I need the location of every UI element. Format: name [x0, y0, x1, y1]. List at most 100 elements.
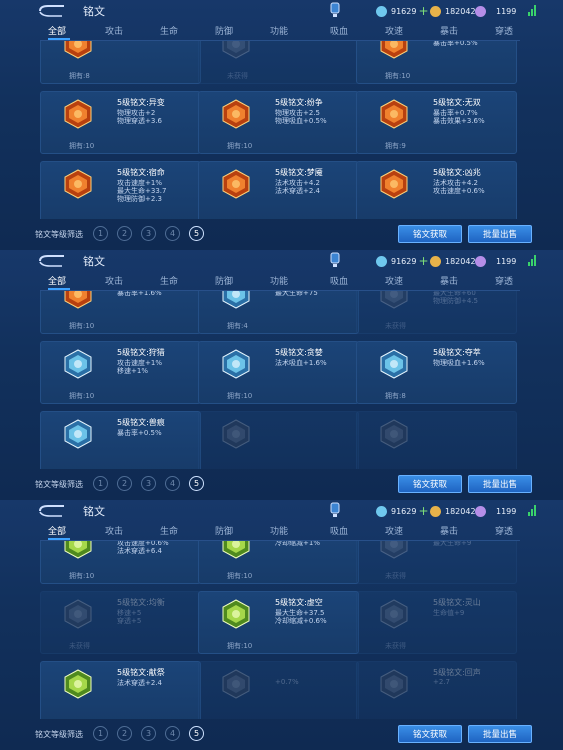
- orange-rune-icon: [63, 41, 93, 59]
- batch-sell-button[interactable]: 批量出售: [468, 225, 532, 243]
- tab-7[interactable]: 暴击: [440, 24, 458, 37]
- level-filter-4[interactable]: 4: [165, 476, 180, 491]
- rune-card[interactable]: 5级铭文:祸源暴击率+1.6%拥有:10: [40, 291, 201, 334]
- bottom-bar: 铭文等级筛选 1 2 3 4 5 铭文获取 批量出售: [0, 469, 563, 500]
- back-icon[interactable]: [36, 254, 66, 268]
- batch-sell-button[interactable]: 批量出售: [468, 475, 532, 493]
- tab-3[interactable]: 防御: [215, 24, 233, 37]
- tab-4[interactable]: 功能: [270, 524, 288, 537]
- tab-2[interactable]: 生命: [160, 524, 178, 537]
- acquire-button[interactable]: 铭文获取: [398, 225, 462, 243]
- tab-1[interactable]: 攻击: [105, 24, 123, 37]
- level-filter-1[interactable]: 1: [93, 476, 108, 491]
- acquire-button[interactable]: 铭文获取: [398, 475, 462, 493]
- rune-name: 5级铭文:纷争: [275, 98, 323, 107]
- rune-name: 5级铭文:灵山: [433, 598, 481, 607]
- back-icon[interactable]: [36, 4, 66, 18]
- tab-5[interactable]: 吸血: [330, 24, 348, 37]
- batch-sell-button[interactable]: 批量出售: [468, 725, 532, 743]
- tab-2[interactable]: 生命: [160, 24, 178, 37]
- gem-count: 1199: [496, 256, 517, 266]
- top-bar: 铭文 91629 +182042 1199: [0, 0, 563, 22]
- rune-card[interactable]: 5级铭文:夺萃 物理吸血+1.6% 拥有:8: [356, 341, 517, 404]
- level-filter-2[interactable]: 2: [117, 476, 132, 491]
- back-icon[interactable]: [36, 504, 66, 518]
- rune-card[interactable]: 5级铭文:均衡 移速+5 穿透+5 未获得: [40, 591, 201, 654]
- level-filter-1[interactable]: 1: [93, 226, 108, 241]
- tab-4[interactable]: 功能: [270, 274, 288, 287]
- tab-8[interactable]: 穿透: [495, 274, 513, 287]
- plus-icon[interactable]: +: [418, 4, 428, 18]
- rune-card[interactable]: 未获得: [198, 41, 359, 84]
- rune-card[interactable]: 5级铭文:献祭 法术穿透+2.4: [40, 661, 201, 719]
- tab-6[interactable]: 攻速: [385, 24, 403, 37]
- trophy-icon[interactable]: [330, 502, 340, 518]
- tab-0[interactable]: 全部: [48, 24, 66, 37]
- acquire-button[interactable]: 铭文获取: [398, 725, 462, 743]
- tab-1[interactable]: 攻击: [105, 274, 123, 287]
- tab-8[interactable]: 穿透: [495, 524, 513, 537]
- tab-5[interactable]: 吸血: [330, 524, 348, 537]
- rune-stat: 穿透+5: [117, 617, 142, 625]
- rune-card[interactable]: 拥有:8: [40, 41, 201, 84]
- tab-6[interactable]: 攻速: [385, 524, 403, 537]
- tab-4[interactable]: 功能: [270, 24, 288, 37]
- level-filter-1[interactable]: 1: [93, 726, 108, 741]
- rune-card[interactable]: 5级铭文:狩猎 攻击速度+1% 移速+1% 拥有:10: [40, 341, 201, 404]
- level-filter-3[interactable]: 3: [141, 226, 156, 241]
- level-filter-4[interactable]: 4: [165, 726, 180, 741]
- tab-2[interactable]: 生命: [160, 274, 178, 287]
- tab-3[interactable]: 防御: [215, 274, 233, 287]
- rune-card[interactable]: 5级铭文:凶兆 法术攻击+4.2 攻击速度+0.6%: [356, 161, 517, 219]
- rune-card[interactable]: 5级铭文:异变 物理攻击+2 物理穿透+3.6 拥有:10: [40, 91, 201, 154]
- rune-card[interactable]: 5级铭文:贪婪 法术吸血+1.6% 拥有:10: [198, 341, 359, 404]
- grey-rune-icon: [221, 41, 251, 59]
- tab-5[interactable]: 吸血: [330, 274, 348, 287]
- rune-card[interactable]: 5级铭文:心眼攻击速度+0.6%法术穿透+6.4拥有:10: [40, 541, 201, 584]
- trophy-icon[interactable]: [330, 252, 340, 268]
- rune-card[interactable]: 5级铭文:虚空 最大生命+37.5 冷却缩减+0.6% 拥有:10: [198, 591, 359, 654]
- level-filter-2[interactable]: 2: [117, 726, 132, 741]
- tab-8[interactable]: 穿透: [495, 24, 513, 37]
- rune-card[interactable]: 5级铭文:灵山 生命值+9 未获得: [356, 591, 517, 654]
- rune-card[interactable]: 5级铭文:长生最大生命+75拥有:4: [198, 291, 359, 334]
- rune-stat: 法术穿透+2.4: [275, 187, 320, 195]
- tab-6[interactable]: 攻速: [385, 274, 403, 287]
- rune-card[interactable]: 5级铭文:纷争 物理攻击+2.5 物理吸血+0.5% 拥有:10: [198, 91, 359, 154]
- rune-card[interactable]: 5级铭文:坚韧最大生命+60物理防御+4.5未获得: [356, 291, 517, 334]
- rune-card[interactable]: 5级铭文:梦魇 法术攻击+4.2 法术穿透+2.4: [198, 161, 359, 219]
- trophy-icon[interactable]: [330, 2, 340, 18]
- level-filter-3[interactable]: 3: [141, 476, 156, 491]
- level-filter-5[interactable]: 5: [189, 226, 204, 241]
- tab-7[interactable]: 暴击: [440, 524, 458, 537]
- tab-0[interactable]: 全部: [48, 274, 66, 287]
- level-filter-4[interactable]: 4: [165, 226, 180, 241]
- tab-3[interactable]: 防御: [215, 524, 233, 537]
- rune-card[interactable]: 5级铭文:宿命 攻击速度+1% 最大生命+33.7 物理防御+2.3: [40, 161, 201, 219]
- level-filter-2[interactable]: 2: [117, 226, 132, 241]
- plus-icon[interactable]: +: [418, 504, 428, 518]
- level-filter-3[interactable]: 3: [141, 726, 156, 741]
- grey-rune-icon: [221, 419, 251, 449]
- owned-count: 拥有:4: [227, 322, 248, 330]
- rune-card[interactable]: +0.7%: [198, 661, 359, 719]
- rune-name: 5级铭文:狩猎: [117, 348, 165, 357]
- rune-card[interactable]: [198, 411, 359, 469]
- rune-card[interactable]: 5级铭文:铃铛冷却缩减+1%拥有:10: [198, 541, 359, 584]
- rune-card[interactable]: [356, 411, 517, 469]
- rune-card[interactable]: 5级铭文:兽痕 暴击率+0.5%: [40, 411, 201, 469]
- rune-card[interactable]: 5级铭文:回声 +2.7: [356, 661, 517, 719]
- tab-0[interactable]: 全部: [48, 524, 66, 537]
- rune-card[interactable]: 暴击率+0.5% 拥有:10: [356, 41, 517, 84]
- tab-7[interactable]: 暴击: [440, 274, 458, 287]
- rune-stat: 攻击速度+0.6%: [433, 187, 485, 195]
- level-filter-5[interactable]: 5: [189, 476, 204, 491]
- gold-coin-icon: [430, 5, 441, 17]
- level-filter-5[interactable]: 5: [189, 726, 204, 741]
- tab-1[interactable]: 攻击: [105, 524, 123, 537]
- rune-card[interactable]: 5级铭文:无双 暴击率+0.7% 暴击效果+3.6% 拥有:9: [356, 91, 517, 154]
- rune-name: 5级铭文:兽痕: [117, 418, 165, 427]
- rune-stat: 最大生命+9: [433, 541, 472, 547]
- rune-card[interactable]: 5级铭文:繁荣最大生命+9未获得: [356, 541, 517, 584]
- plus-icon[interactable]: +: [418, 254, 428, 268]
